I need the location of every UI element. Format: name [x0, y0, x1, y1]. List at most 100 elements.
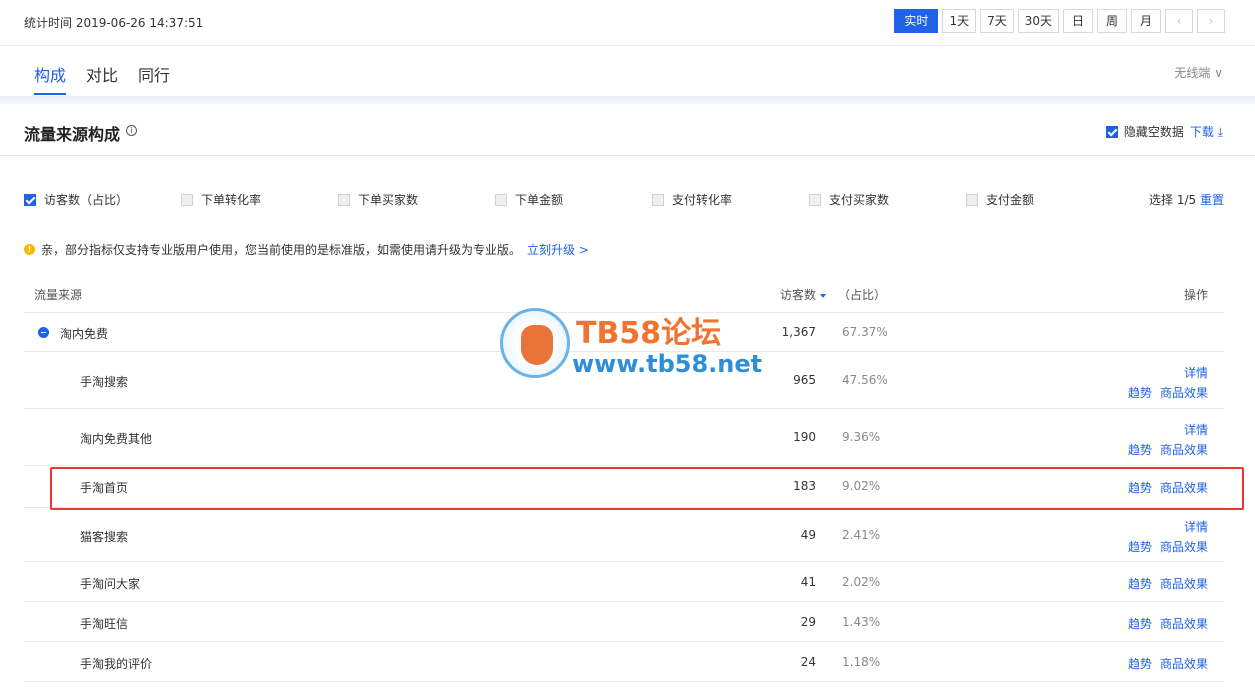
tab-composition[interactable]: 构成	[34, 62, 66, 86]
detail-link[interactable]: 详情	[1184, 520, 1208, 534]
metric-label: 支付转化率	[672, 193, 733, 207]
row-actions: 趋势 商品效果	[1120, 575, 1208, 592]
metric-label: 支付买家数	[829, 193, 890, 207]
visitor-count: 24	[800, 655, 816, 669]
range-day-button[interactable]: 日	[1063, 9, 1093, 33]
notice-text: 亲，部分指标仅支持专业版用户使用，您当前使用的是标准版，如需使用请升级为专业版。	[41, 243, 522, 257]
top-bar: 统计时间 2019-06-26 14:37:51 实时 1天 7天 30天 日 …	[0, 0, 1255, 46]
collapse-icon[interactable]	[38, 327, 49, 338]
visitor-ratio: 47.56%	[842, 373, 888, 387]
product-effect-link[interactable]: 商品效果	[1160, 617, 1208, 631]
upgrade-notice: ! 亲，部分指标仅支持专业版用户使用，您当前使用的是标准版，如需使用请升级为专业…	[24, 241, 589, 258]
source-name: 淘内免费其他	[80, 432, 153, 446]
metric-visitors[interactable]: 访客数（占比）	[24, 191, 128, 208]
watermark-title: TB58论坛	[576, 316, 722, 351]
table-row: 淘内免费其他 190 9.36% 详情 趋势 商品效果	[24, 409, 1224, 466]
upgrade-link[interactable]: 立刻升级 >	[527, 241, 589, 258]
metric-pay-amount[interactable]: 支付金额	[966, 191, 1034, 208]
metric-pay-conversion[interactable]: 支付转化率	[652, 191, 732, 208]
product-effect-link[interactable]: 商品效果	[1160, 386, 1208, 400]
col-ratio: （占比）	[838, 288, 887, 302]
visitor-ratio: 67.37%	[842, 325, 888, 339]
range-week-button[interactable]: 周	[1097, 9, 1127, 33]
metric-checkbox[interactable]	[809, 193, 821, 206]
visitor-count: 190	[793, 430, 816, 444]
detail-link[interactable]: 详情	[1184, 423, 1208, 437]
hide-empty-toggle[interactable]: 隐藏空数据 下载 ⤓	[1105, 123, 1223, 140]
row-actions: 趋势 商品效果	[1120, 655, 1208, 672]
reset-link[interactable]: 重置	[1200, 193, 1224, 207]
trend-link[interactable]: 趋势	[1128, 540, 1152, 554]
col-visitors-label: 访客数	[780, 288, 817, 302]
metric-checkbox[interactable]	[652, 193, 664, 206]
table-row: 猫客搜索 49 2.41% 详情 趋势 商品效果	[24, 508, 1224, 562]
visitor-ratio: 1.18%	[842, 655, 881, 669]
hide-empty-label: 隐藏空数据	[1123, 125, 1184, 139]
metric-order-amount[interactable]: 下单金额	[495, 191, 563, 208]
sort-desc-icon[interactable]	[820, 293, 827, 298]
product-effect-link[interactable]: 商品效果	[1160, 657, 1208, 671]
range-7day-button[interactable]: 7天	[980, 9, 1014, 33]
divider	[0, 96, 1255, 104]
visitor-count: 965	[793, 373, 816, 387]
metric-checkbox[interactable]	[966, 193, 978, 206]
trend-link[interactable]: 趋势	[1128, 657, 1152, 671]
range-realtime-button[interactable]: 实时	[894, 9, 939, 33]
tab-peers[interactable]: 同行	[138, 62, 170, 86]
tab-compare[interactable]: 对比	[86, 62, 118, 86]
tab-bar: 构成 对比 同行 无线端 ∨	[0, 46, 1255, 96]
range-30day-button[interactable]: 30天	[1017, 9, 1059, 33]
trend-link[interactable]: 趋势	[1128, 443, 1152, 457]
metric-checkbox[interactable]	[495, 193, 507, 206]
select-count: 选择 1/5	[1149, 193, 1197, 207]
metric-order-buyers[interactable]: 下单买家数	[338, 191, 418, 208]
device-select[interactable]: 无线端 ∨	[1174, 64, 1223, 81]
active-tab-indicator	[34, 93, 66, 95]
metric-label: 下单买家数	[358, 193, 419, 207]
section-header: 流量来源构成 i 隐藏空数据 下载 ⤓	[0, 104, 1255, 156]
highlight-annotation	[50, 467, 1244, 510]
time-range-group: 实时 1天 7天 30天 日 周 月 ‹ ›	[894, 9, 1225, 33]
source-name: 猫客搜索	[80, 530, 129, 544]
prev-period-button[interactable]: ‹	[1165, 9, 1193, 33]
metric-label: 支付金额	[986, 193, 1035, 207]
metric-label: 下单金额	[515, 193, 564, 207]
range-1day-button[interactable]: 1天	[942, 9, 977, 33]
trend-link[interactable]: 趋势	[1128, 617, 1152, 631]
row-actions: 趋势 商品效果	[1120, 615, 1208, 632]
row-actions: 详情 趋势 商品效果	[1120, 518, 1208, 555]
watermark: TB58论坛 www.tb58.net	[500, 308, 762, 380]
visitor-count: 29	[800, 615, 816, 629]
visitor-count: 41	[800, 575, 816, 589]
metric-selector: 访客数（占比） 下单转化率 下单买家数 下单金额 支付转化率 支付买家数 支付金…	[24, 191, 1224, 209]
trend-link[interactable]: 趋势	[1128, 386, 1152, 400]
source-name: 淘内免费	[60, 327, 109, 341]
col-source: 流量来源	[34, 288, 83, 302]
visitor-ratio: 2.41%	[842, 528, 881, 542]
next-period-button[interactable]: ›	[1197, 9, 1225, 33]
visitor-count: 49	[800, 528, 816, 542]
row-actions: 详情 趋势 商品效果	[1120, 421, 1208, 458]
product-effect-link[interactable]: 商品效果	[1160, 540, 1208, 554]
download-link[interactable]: 下载 ⤓	[1190, 123, 1223, 140]
metric-checkbox[interactable]	[181, 193, 193, 206]
visitor-count: 1,367	[781, 325, 816, 339]
metric-order-conversion[interactable]: 下单转化率	[181, 191, 261, 208]
metric-pay-buyers[interactable]: 支付买家数	[809, 191, 889, 208]
source-name: 手淘我的评价	[80, 657, 153, 671]
hide-empty-checkbox[interactable]	[1105, 125, 1118, 138]
metric-checkbox[interactable]	[24, 193, 36, 206]
row-actions: 详情 趋势 商品效果	[1120, 364, 1208, 401]
visitor-ratio: 2.02%	[842, 575, 881, 589]
info-icon[interactable]: i	[126, 125, 137, 136]
hand-logo-icon	[500, 308, 570, 378]
table-row: 手淘问大家 41 2.02% 趋势 商品效果	[24, 562, 1224, 602]
trend-link[interactable]: 趋势	[1128, 577, 1152, 591]
metric-checkbox[interactable]	[338, 193, 350, 206]
detail-link[interactable]: 详情	[1184, 366, 1208, 380]
warning-icon: !	[24, 244, 35, 255]
product-effect-link[interactable]: 商品效果	[1160, 577, 1208, 591]
range-month-button[interactable]: 月	[1131, 9, 1161, 33]
product-effect-link[interactable]: 商品效果	[1160, 443, 1208, 457]
col-visitors[interactable]: 访客数	[780, 286, 827, 303]
